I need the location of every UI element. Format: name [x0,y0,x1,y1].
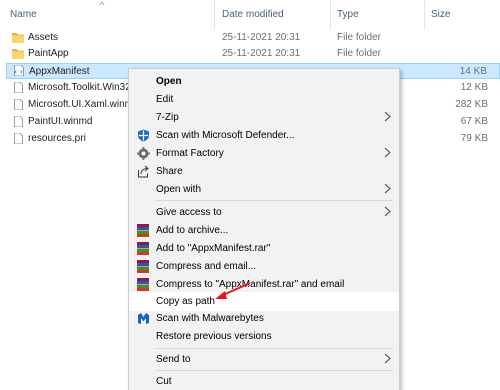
menu-item-give-access[interactable]: Give access to [129,203,399,222]
file-name: Assets [28,32,59,43]
menu-item-label: Scan with Malwarebytes [156,313,264,324]
file-size: 282 KB [455,99,488,110]
file-size: 67 KB [460,116,488,127]
menu-item-label: Share [156,166,183,177]
file-date: 25-11-2021 20:31 [222,32,301,43]
file-name: PaintUI.winmd [28,116,93,127]
format-factory-icon [137,147,150,160]
file-row-paintapp[interactable]: PaintApp 25-11-2021 20:31 File folder [6,46,500,62]
menu-item-label: Format Factory [156,148,224,159]
file-row-assets[interactable]: Assets 25-11-2021 20:31 File folder [6,30,500,46]
menu-item-compress-email[interactable]: Compress and email... [129,257,399,276]
menu-item-label: Compress and email... [156,261,257,272]
file-name: AppxManifest [29,66,90,77]
menu-item-open-with[interactable]: Open with [129,180,399,199]
file-name: resources.pri [28,133,86,144]
chevron-right-icon [384,111,391,122]
menu-item-7zip[interactable]: 7-Zip [129,108,399,127]
winrar-icon [137,224,149,237]
defender-shield-icon [138,129,149,142]
menu-item-label: Open with [156,184,202,195]
malwarebytes-icon [138,313,149,324]
menu-item-send-to[interactable]: Send to [129,350,399,369]
menu-item-malwarebytes[interactable]: Scan with Malwarebytes [129,309,399,328]
menu-item-add-to-archive[interactable]: Add to archive... [129,221,399,240]
menu-item-cut[interactable]: Cut [129,372,399,390]
column-divider[interactable] [424,0,425,30]
menu-item-label: Give access to [156,207,222,218]
column-divider[interactable] [214,0,215,30]
menu-item-label: Restore previous versions [156,331,272,342]
menu-item-label: Send to [156,354,191,365]
menu-item-restore-versions[interactable]: Restore previous versions [129,327,399,346]
chevron-right-icon [384,206,391,217]
file-type: File folder [337,48,381,59]
context-menu: Open Edit 7-Zip Scan with Microsoft Defe… [128,68,400,390]
column-header: Name ^ Date modified Type Size [0,0,500,30]
chevron-right-icon [384,147,391,158]
chevron-right-icon [384,353,391,364]
file-icon [13,82,23,93]
file-icon [13,99,23,110]
annotation-arrow-icon [215,282,251,299]
winrar-icon [137,260,149,273]
file-type: File folder [337,32,381,43]
xml-file-icon [14,65,24,76]
share-icon [138,165,149,178]
menu-item-label: 7-Zip [156,112,179,123]
menu-item-label: Open [156,76,182,87]
column-name-header[interactable]: Name [10,9,37,20]
menu-item-label: Add to archive... [156,225,229,236]
file-icon [13,133,23,144]
menu-item-label: Copy as path [156,296,215,307]
winrar-icon [137,242,149,255]
menu-item-defender[interactable]: Scan with Microsoft Defender... [129,126,399,145]
menu-separator [155,348,393,349]
file-name: Microsoft.UI.Xaml.winm [28,99,134,110]
sort-ascending-icon: ^ [99,1,105,10]
winrar-icon [137,278,149,291]
menu-item-open[interactable]: Open [129,72,399,91]
column-size-header[interactable]: Size [431,9,450,20]
file-date: 25-11-2021 20:31 [222,48,301,59]
menu-separator [155,370,393,371]
menu-item-label: Edit [156,94,174,105]
file-name: Microsoft.Toolkit.Win32 [28,82,131,93]
menu-item-edit[interactable]: Edit [129,90,399,109]
column-type-header[interactable]: Type [337,9,359,20]
menu-item-add-to-rar[interactable]: Add to "AppxManifest.rar" [129,239,399,258]
column-date-header[interactable]: Date modified [222,9,284,20]
menu-item-share[interactable]: Share [129,162,399,181]
file-size: 79 KB [460,133,488,144]
file-name: PaintApp [28,48,69,59]
menu-item-label: Cut [156,376,172,387]
folder-icon [12,33,24,43]
file-size: 14 KB [459,66,487,77]
chevron-right-icon [384,183,391,194]
file-icon [13,116,23,127]
menu-separator [155,200,393,201]
menu-item-label: Add to "AppxManifest.rar" [156,243,271,254]
folder-icon [12,49,24,59]
file-size: 12 KB [460,82,488,93]
menu-item-format-factory[interactable]: Format Factory [129,144,399,163]
column-divider[interactable] [330,0,331,30]
menu-item-label: Scan with Microsoft Defender... [156,130,295,141]
